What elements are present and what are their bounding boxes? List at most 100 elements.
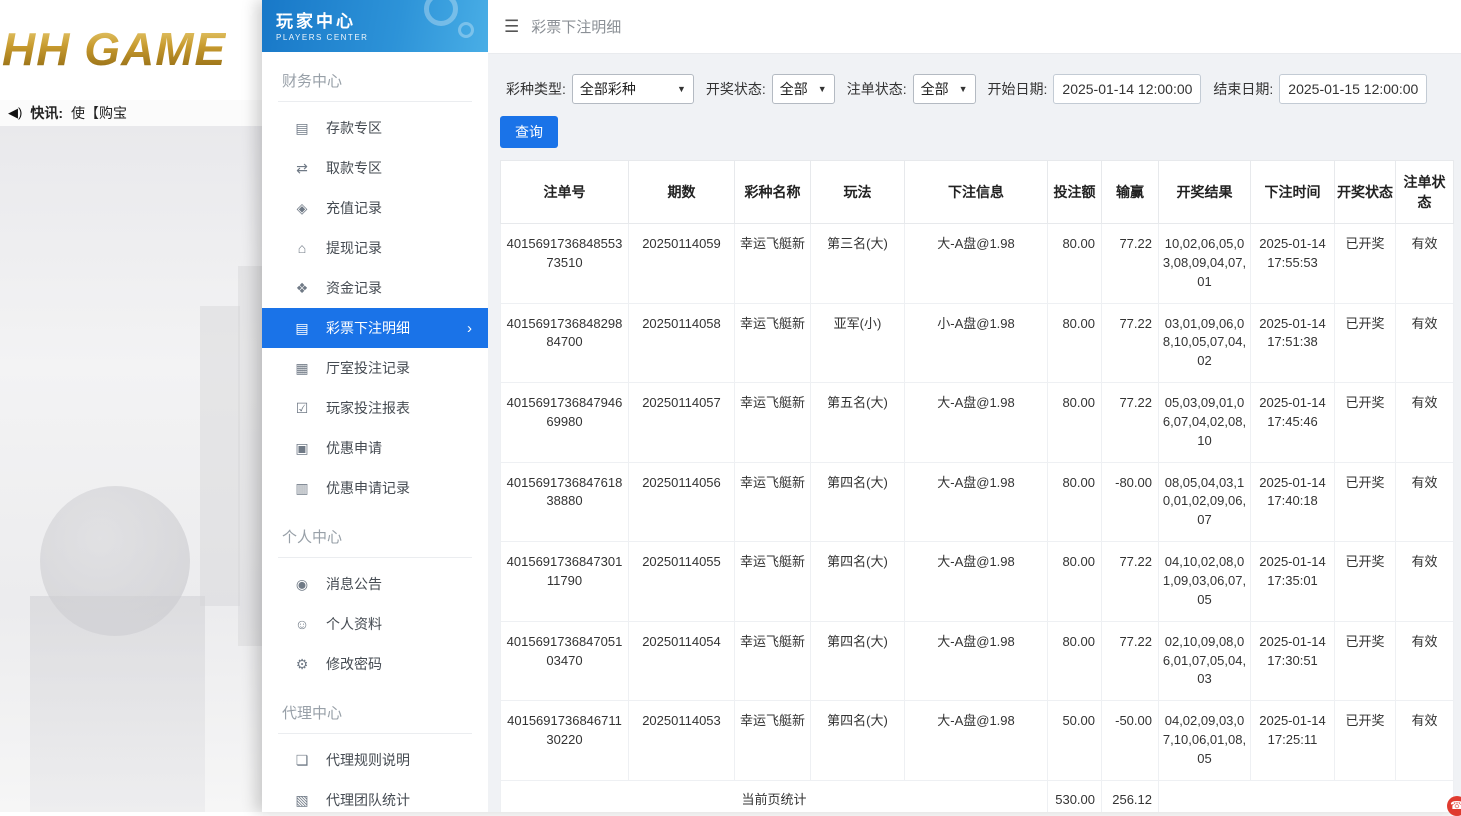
chevron-down-icon: ▼ xyxy=(818,84,827,94)
end-date-input[interactable] xyxy=(1279,74,1427,104)
cell-bet-number: 401569173684705103470 xyxy=(501,621,629,701)
sidebar-menu-item[interactable]: ▧ 代理团队统计 › xyxy=(262,780,488,812)
table-header-cell: 注单号 xyxy=(501,161,629,224)
sidebar-menu-item[interactable]: ❏ 代理规则说明 › xyxy=(262,740,488,780)
menu-item-icon: ▤ xyxy=(292,120,312,137)
table-row[interactable]: 401569173684794669980 20250114057 幸运飞艇新 … xyxy=(501,383,1454,463)
hamburger-menu-icon[interactable]: ☰ xyxy=(504,17,519,37)
cell-bet-number: 401569173684794669980 xyxy=(501,383,629,463)
section-title-agent: 代理中心 xyxy=(278,694,472,734)
table-row[interactable]: 401569173684730111790 20250114055 幸运飞艇新 … xyxy=(501,542,1454,622)
sidebar-menu-item[interactable]: ▥ 优惠申请记录 › xyxy=(262,468,488,508)
cell-play: 第五名(大) xyxy=(811,383,905,463)
end-date-label: 结束日期: xyxy=(1213,79,1273,99)
cell-bet-info: 大-A盘@1.98 xyxy=(905,621,1048,701)
table-header-cell: 彩种名称 xyxy=(735,161,811,224)
menu-item-icon: ☺ xyxy=(292,616,312,632)
menu-item-label: 资金记录 xyxy=(326,278,382,298)
cell-period: 20250114054 xyxy=(629,621,735,701)
sidebar-menu-item[interactable]: ▤ 彩票下注明细 › xyxy=(262,308,488,348)
sidebar-menu-item[interactable]: ⚙ 修改密码 › xyxy=(262,644,488,684)
cell-draw-result: 08,05,04,03,10,01,02,09,06,07 xyxy=(1159,462,1251,542)
floating-widget-icon[interactable]: ☎ xyxy=(1447,796,1461,816)
menu-item-icon: ▥ xyxy=(292,480,312,497)
cell-play: 亚军(小) xyxy=(811,303,905,383)
table-row[interactable]: 401569173684855373510 20250114059 幸运飞艇新 … xyxy=(501,224,1454,304)
cell-play: 第四名(大) xyxy=(811,462,905,542)
table-header-row: 注单号 期数 彩种名称 玩法 下注信息 投注额 输赢 xyxy=(501,161,1454,224)
bet-table: 注单号 期数 彩种名称 玩法 下注信息 投注额 输赢 xyxy=(500,160,1454,812)
site-logo: HH GAME xyxy=(0,0,270,100)
menu-item-label: 玩家投注报表 xyxy=(326,398,410,418)
cell-bet-status: 有效 xyxy=(1396,383,1454,463)
filter-bar: 彩种类型: 全部彩种 ▼ 开奖状态: 全部 ▼ 注单状态: 全部 ▼ 开始日期:… xyxy=(488,54,1461,104)
menu-item-icon: ❏ xyxy=(292,752,312,769)
menu-item-icon: ◈ xyxy=(292,200,312,217)
cell-period: 20250114055 xyxy=(629,542,735,622)
cell-period: 20250114059 xyxy=(629,224,735,304)
cell-lottery-name: 幸运飞艇新 xyxy=(735,621,811,701)
cell-draw-status: 已开奖 xyxy=(1335,701,1396,781)
cell-bet-amount: 80.00 xyxy=(1048,303,1102,383)
cell-lottery-name: 幸运飞艇新 xyxy=(735,701,811,781)
bet-status-select[interactable]: 全部 ▼ xyxy=(913,74,976,104)
cell-bet-status: 有效 xyxy=(1396,462,1454,542)
cell-lottery-name: 幸运飞艇新 xyxy=(735,383,811,463)
lottery-type-select[interactable]: 全部彩种 ▼ xyxy=(572,74,694,104)
sidebar-menu-item[interactable]: ▣ 优惠申请 › xyxy=(262,428,488,468)
speaker-icon: ◀) xyxy=(8,105,22,121)
cell-bet-amount: 80.00 xyxy=(1048,462,1102,542)
cell-period: 20250114057 xyxy=(629,383,735,463)
news-label: 快讯: xyxy=(30,103,63,123)
sidebar-menu-item[interactable]: ❖ 资金记录 › xyxy=(262,268,488,308)
draw-status-select[interactable]: 全部 ▼ xyxy=(772,74,835,104)
menu-item-icon: ▦ xyxy=(292,360,312,377)
sidebar: 玩家中心 PLAYERS CENTER 财务中心 ▤ 存款专区 › ⇄ 取款专区… xyxy=(262,0,488,812)
cell-winloss: 77.22 xyxy=(1102,303,1159,383)
sidebar-menu-item[interactable]: ⌂ 提现记录 › xyxy=(262,228,488,268)
agent-menu: ❏ 代理规则说明 › ▧ 代理团队统计 › xyxy=(262,734,488,812)
bet-status-label: 注单状态: xyxy=(847,79,907,99)
draw-status-value: 全部 xyxy=(780,79,808,99)
menu-item-label: 充值记录 xyxy=(326,198,382,218)
menu-item-label: 优惠申请 xyxy=(326,438,382,458)
start-date-input[interactable] xyxy=(1053,74,1201,104)
cell-bet-time: 2025-01-14 17:45:46 xyxy=(1251,383,1335,463)
sidebar-menu-item[interactable]: ☑ 玩家投注报表 › xyxy=(262,388,488,428)
cell-winloss: -80.00 xyxy=(1102,462,1159,542)
menu-item-label: 存款专区 xyxy=(326,118,382,138)
table-row[interactable]: 401569173684705103470 20250114054 幸运飞艇新 … xyxy=(501,621,1454,701)
menu-item-icon: ▧ xyxy=(292,792,312,809)
cell-bet-status: 有效 xyxy=(1396,542,1454,622)
cell-draw-status: 已开奖 xyxy=(1335,542,1396,622)
city-photo xyxy=(0,126,270,812)
cell-bet-status: 有效 xyxy=(1396,621,1454,701)
sidebar-menu-item[interactable]: ☺ 个人资料 › xyxy=(262,604,488,644)
cell-bet-info: 大-A盘@1.98 xyxy=(905,701,1048,781)
table-row[interactable]: 401569173684761838880 20250114056 幸运飞艇新 … xyxy=(501,462,1454,542)
menu-item-label: 彩票下注明细 xyxy=(326,318,410,338)
sidebar-menu-item[interactable]: ▦ 厅室投注记录 › xyxy=(262,348,488,388)
player-center-panel: 玩家中心 PLAYERS CENTER 财务中心 ▤ 存款专区 › ⇄ 取款专区… xyxy=(262,0,1461,812)
cell-bet-info: 大-A盘@1.98 xyxy=(905,462,1048,542)
sidebar-menu-item[interactable]: ⇄ 取款专区 › xyxy=(262,148,488,188)
menu-item-icon: ❖ xyxy=(292,280,312,297)
cell-bet-time: 2025-01-14 17:55:53 xyxy=(1251,224,1335,304)
table-row[interactable]: 401569173684671130220 20250114053 幸运飞艇新 … xyxy=(501,701,1454,781)
bet-table-wrap: 注单号 期数 彩种名称 玩法 下注信息 投注额 输赢 xyxy=(500,160,1453,812)
summary-winloss-total: 256.12 xyxy=(1102,780,1159,812)
background-page: HH GAME ◀) 快讯: 使【购宝 xyxy=(0,0,270,812)
query-button[interactable]: 查询 xyxy=(500,116,558,148)
cell-bet-number: 401569173684761838880 xyxy=(501,462,629,542)
table-row[interactable]: 401569173684829884700 20250114058 幸运飞艇新 … xyxy=(501,303,1454,383)
sidebar-menu-item[interactable]: ◈ 充值记录 › xyxy=(262,188,488,228)
cell-bet-number: 401569173684855373510 xyxy=(501,224,629,304)
sidebar-menu-item[interactable]: ▤ 存款专区 › xyxy=(262,108,488,148)
sidebar-menu-item[interactable]: ◉ 消息公告 › xyxy=(262,564,488,604)
cell-period: 20250114053 xyxy=(629,701,735,781)
section-title-personal: 个人中心 xyxy=(278,518,472,558)
menu-item-label: 厅室投注记录 xyxy=(326,358,410,378)
cell-lottery-name: 幸运飞艇新 xyxy=(735,462,811,542)
menu-item-label: 修改密码 xyxy=(326,654,382,674)
cell-play: 第三名(大) xyxy=(811,224,905,304)
